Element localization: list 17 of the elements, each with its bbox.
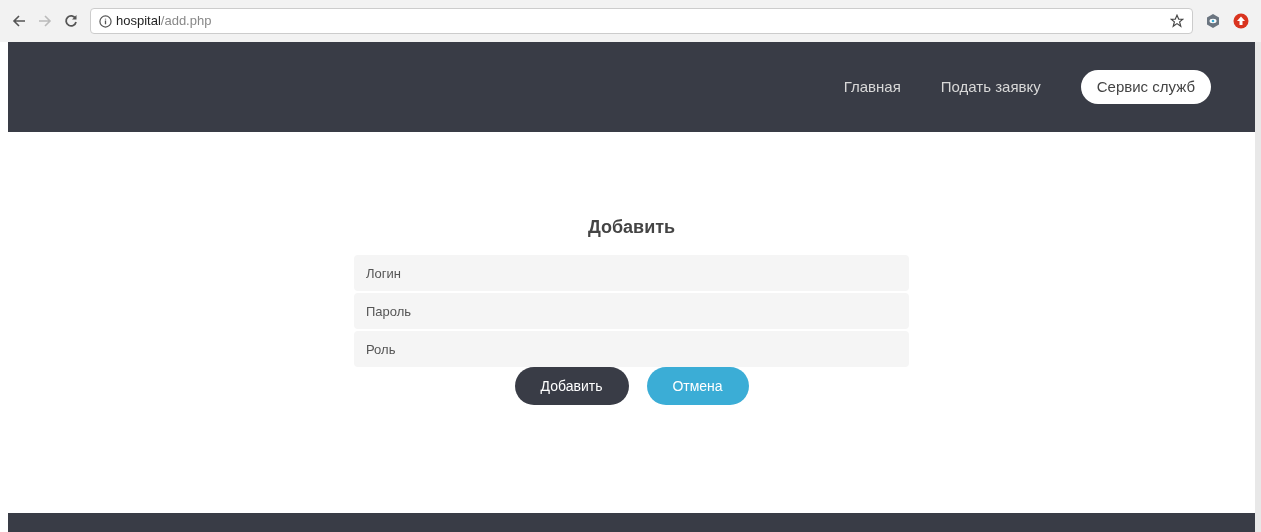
nav-link[interactable]: Подать заявку: [924, 69, 1057, 105]
text-input[interactable]: Роль: [354, 331, 909, 367]
reload-icon[interactable]: [64, 14, 78, 28]
nav-link[interactable]: Главная: [827, 69, 917, 105]
upload-extension-icon[interactable]: [1233, 13, 1249, 29]
back-icon[interactable]: [12, 14, 26, 28]
nav-link[interactable]: Сервис служб: [1080, 69, 1211, 105]
info-icon: [99, 14, 112, 28]
url-text: hospital/add.php: [116, 12, 212, 31]
text-input[interactable]: Логин: [354, 255, 909, 291]
star-icon[interactable]: [1170, 14, 1184, 28]
eye-extension-icon[interactable]: [1205, 13, 1221, 29]
text-input[interactable]: Пароль: [354, 293, 909, 329]
address-bar[interactable]: hospital/add.php: [90, 8, 1193, 34]
form-title: Добавить: [587, 216, 676, 239]
scrollbar[interactable]: [1255, 42, 1261, 532]
add-button[interactable]: Добавить: [514, 367, 629, 405]
